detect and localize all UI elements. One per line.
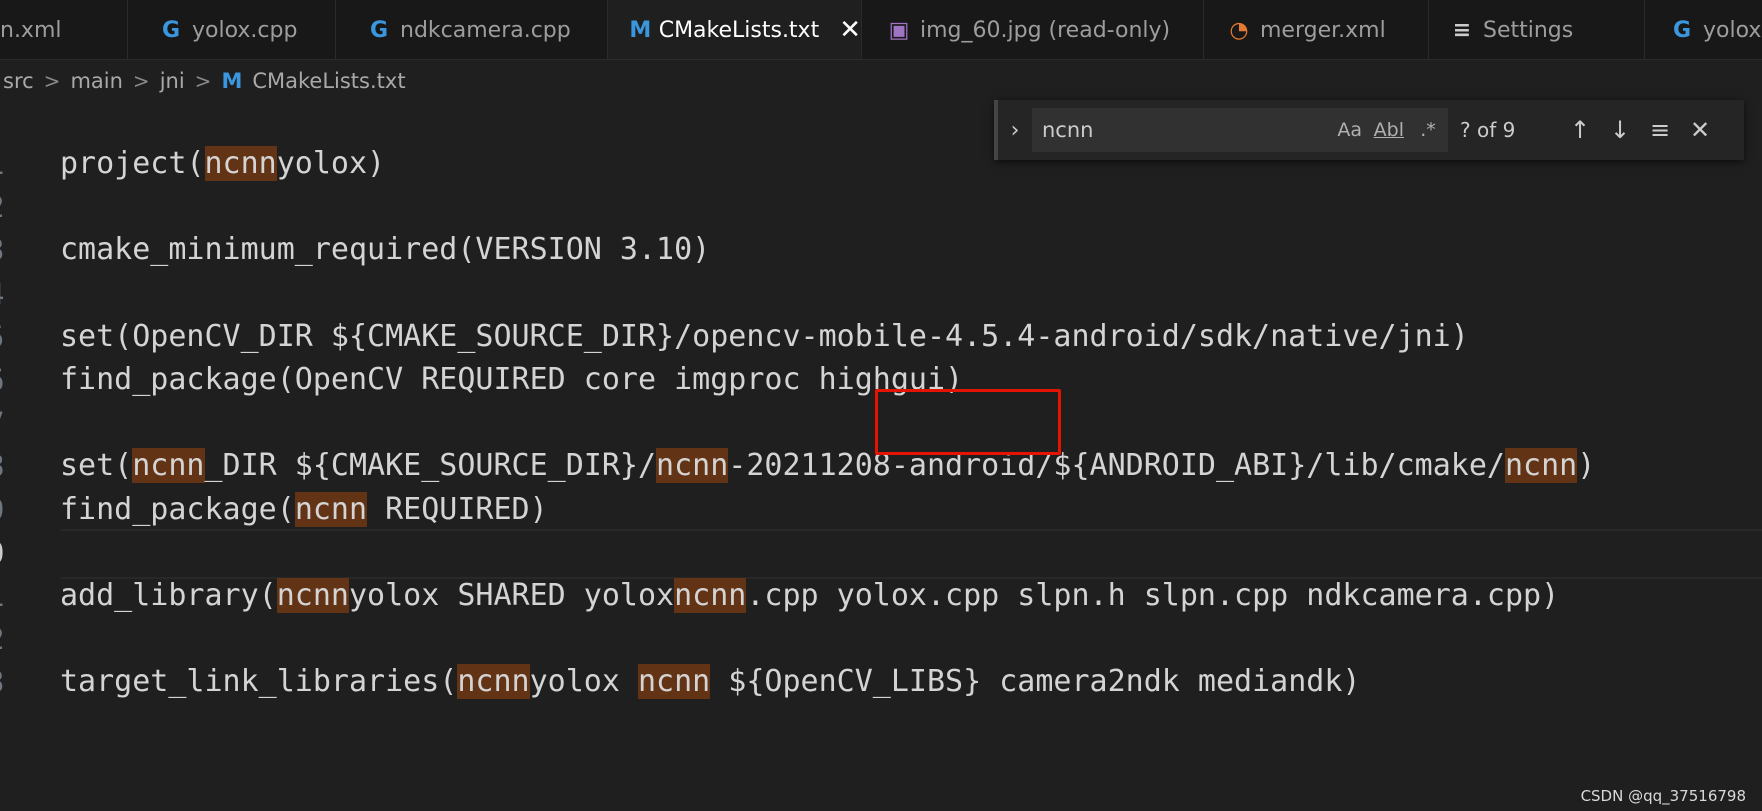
- match-count: ? of 9: [1460, 118, 1516, 142]
- find-query: ncnn: [1042, 118, 1094, 142]
- code-line[interactable]: 2: [0, 183, 1762, 231]
- line-number: 8: [0, 442, 15, 490]
- code-text: find_package(OpenCV REQUIRED core imgpro…: [60, 362, 964, 397]
- line-number: 9: [0, 486, 15, 534]
- code-text: find_package(ncnn REQUIRED): [60, 491, 548, 527]
- tab-label: yolox.cpp: [192, 17, 298, 43]
- tab-label: yoloxn: [1703, 17, 1762, 43]
- code-line[interactable]: 9 find_package(ncnn REQUIRED): [0, 486, 1762, 534]
- close-icon[interactable]: ✕: [839, 15, 861, 45]
- line-number: 1: [0, 572, 15, 620]
- breadcrumb-src[interactable]: src: [3, 69, 34, 93]
- line-number: 3: [0, 658, 15, 706]
- tab-cmakelists[interactable]: M CMakeLists.txt ✕: [608, 0, 862, 59]
- search-match-highlight: ncnn: [294, 491, 368, 527]
- breadcrumb-file[interactable]: CMakeLists.txt: [252, 69, 405, 93]
- editor-tab-bar: n.xml G yolox.cpp G ndkcamera.cpp M CMak…: [0, 0, 1762, 60]
- cpp-file-icon: G: [369, 17, 389, 43]
- line-number: 1: [0, 140, 15, 188]
- match-case-toggle[interactable]: Aa: [1336, 119, 1364, 141]
- chevron-right-icon[interactable]: ›: [1002, 118, 1028, 143]
- code-line[interactable]: 1 add_library(ncnnyolox SHARED yoloxncnn.…: [0, 572, 1762, 620]
- line-number: 5: [0, 313, 15, 361]
- breadcrumb-jni[interactable]: jni: [160, 69, 185, 93]
- tab-label: CMakeLists.txt: [658, 17, 820, 43]
- watermark: CSDN @qq_37516798: [1580, 787, 1746, 805]
- breadcrumb: src > main > jni > M CMakeLists.txt: [0, 60, 1762, 102]
- tab-label: merger.xml: [1260, 17, 1386, 43]
- chevron-right-icon: >: [43, 69, 61, 93]
- line-number: 0: [0, 529, 15, 577]
- find-in-selection-icon[interactable]: ≡: [1640, 116, 1680, 144]
- cmake-file-icon: M: [629, 17, 652, 43]
- tab-settings[interactable]: ≡ Settings: [1429, 0, 1645, 59]
- code-text: cmake_minimum_required(VERSION 3.10): [60, 232, 711, 268]
- search-match-highlight: ncnn: [674, 578, 747, 613]
- rss-file-icon: ◔: [1229, 17, 1249, 43]
- code-line[interactable]: 0: [0, 528, 1762, 579]
- tab-yolox-cpp[interactable]: G yolox.cpp: [128, 0, 336, 59]
- arrow-down-icon[interactable]: ↓: [1600, 116, 1640, 144]
- whole-word-toggle[interactable]: Abl: [1374, 119, 1404, 141]
- line-number: 3: [0, 226, 15, 274]
- code-line[interactable]: 2: [0, 615, 1762, 663]
- code-line[interactable]: 4: [0, 270, 1762, 318]
- code-editor[interactable]: 1project(ncnnyolox)23cmake_minimum_requi…: [0, 102, 1762, 811]
- line-number: 2: [0, 615, 15, 663]
- search-match-highlight: ncnn: [276, 578, 349, 613]
- code-text: add_library(ncnnyolox SHARED yoloxncnn.c…: [60, 578, 1560, 613]
- settings-icon: ≡: [1452, 17, 1472, 43]
- code-text: set(ncnn_DIR ${CMAKE_SOURCE_DIR}/ncnn-20…: [60, 448, 1596, 484]
- search-match-highlight: ncnn: [132, 448, 205, 484]
- image-file-icon: ▣: [888, 17, 910, 43]
- tab-xml[interactable]: n.xml: [0, 0, 128, 59]
- search-match-highlight: ncnn: [637, 664, 711, 700]
- tab-img-60[interactable]: ▣ img_60.jpg (read-only): [862, 0, 1204, 59]
- code-line[interactable]: 5 set(OpenCV_DIR ${CMAKE_SOURCE_DIR}/open…: [0, 313, 1762, 361]
- search-match-highlight: ncnn: [656, 448, 729, 484]
- code-line[interactable]: 3 target_link_libraries(ncnnyolox ncnn ${…: [0, 658, 1762, 706]
- line-number: 4: [0, 270, 15, 318]
- search-match-highlight: ncnn: [457, 664, 530, 700]
- annotation-box: [875, 389, 1061, 455]
- line-number: 6: [0, 356, 15, 404]
- line-number: 2: [0, 183, 15, 231]
- close-icon[interactable]: ✕: [1680, 116, 1720, 144]
- arrow-up-icon[interactable]: ↑: [1560, 116, 1600, 144]
- chevron-right-icon: >: [194, 69, 212, 93]
- tab-label: img_60.jpg (read-only): [920, 17, 1171, 43]
- tab-label: n.xml: [0, 17, 62, 43]
- line-number: 7: [0, 399, 15, 447]
- regex-toggle[interactable]: .*: [1414, 119, 1442, 141]
- chevron-right-icon: >: [132, 69, 150, 93]
- search-match-highlight: ncnn: [204, 146, 277, 181]
- code-text: project(ncnnyolox): [60, 146, 386, 181]
- code-text: target_link_libraries(ncnnyolox ncnn ${O…: [60, 664, 1361, 700]
- tab-yoloxn[interactable]: G yoloxn: [1645, 0, 1762, 59]
- find-widget: › ncnn Aa Abl .* ? of 9 ↑ ↓ ≡ ✕: [994, 100, 1744, 160]
- search-match-highlight: ncnn: [1504, 448, 1578, 484]
- breadcrumb-main[interactable]: main: [70, 69, 122, 93]
- cpp-file-icon: G: [161, 17, 181, 43]
- cpp-file-icon: G: [1672, 17, 1692, 43]
- tab-label: Settings: [1483, 17, 1574, 43]
- code-text: set(OpenCV_DIR ${CMAKE_SOURCE_DIR}/openc…: [60, 318, 1469, 354]
- tab-merger-xml[interactable]: ◔ merger.xml: [1204, 0, 1429, 59]
- tab-ndkcamera-cpp[interactable]: G ndkcamera.cpp: [336, 0, 608, 59]
- cmake-file-icon: M: [221, 69, 243, 93]
- code-line[interactable]: 3 cmake_minimum_required(VERSION 3.10): [0, 226, 1762, 274]
- tab-label: ndkcamera.cpp: [400, 17, 571, 43]
- find-input[interactable]: ncnn Aa Abl .*: [1032, 108, 1448, 152]
